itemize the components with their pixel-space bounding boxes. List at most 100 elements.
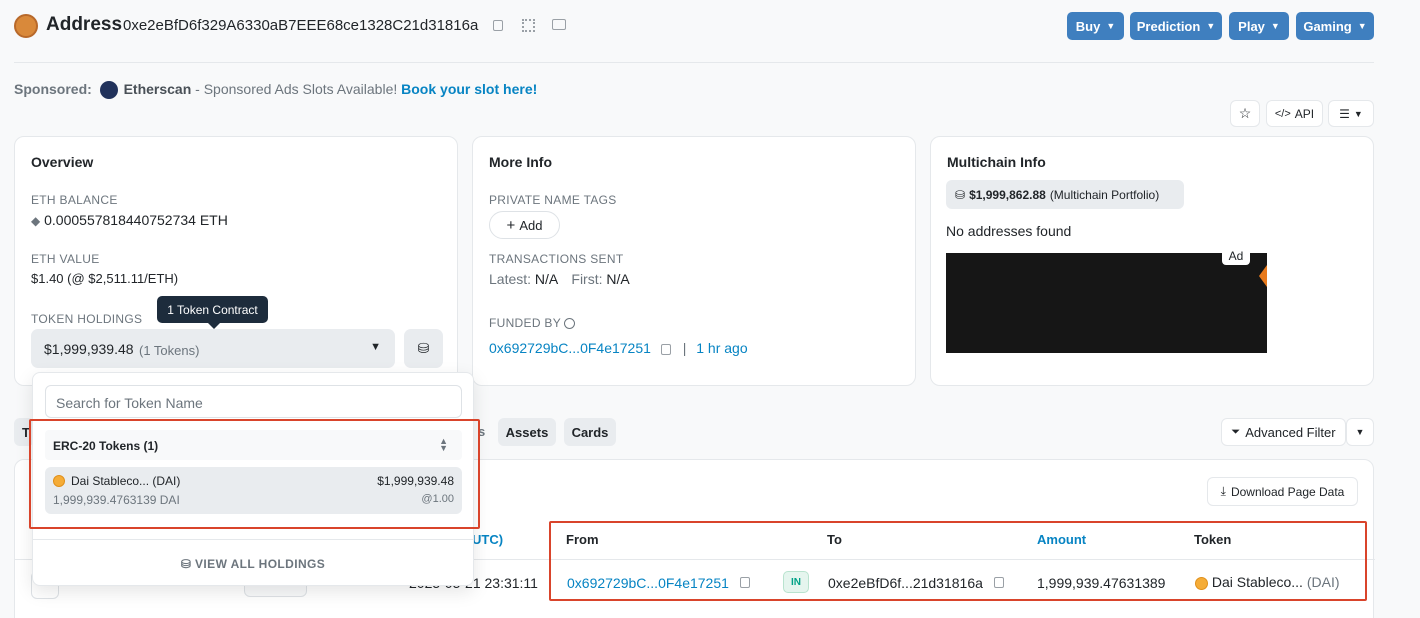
code-icon: </> — [1274, 107, 1291, 120]
dai-token-icon — [1195, 576, 1208, 590]
chevron-down-icon: ▼ — [1106, 21, 1116, 31]
etherscan-logo-icon — [99, 81, 118, 100]
token-value: $1,999,939.48 — [377, 474, 454, 488]
ad-accent-shape — [1259, 265, 1267, 287]
private-tags-label: PRIVATE NAME TAGS — [489, 193, 617, 207]
row-from-link[interactable]: 0x692729bC...0F4e17251 — [567, 575, 729, 591]
chevron-down-icon: ▼ — [1270, 21, 1280, 31]
row-to-address: 0xe2eBfD6f...21d31816a — [828, 575, 983, 591]
ethereum-icon: ◆ — [31, 214, 41, 228]
token-contract-tooltip: 1 Token Contract — [157, 296, 268, 323]
chevron-down-icon: ▼ — [1355, 427, 1365, 437]
filter-icon: ⏷ — [1231, 425, 1241, 438]
chevron-down-icon: ▼ — [370, 341, 381, 353]
list-options-button[interactable]: ☰ ▼ — [1328, 100, 1374, 127]
comment-icon[interactable] — [552, 19, 566, 30]
from-column-header: From — [566, 532, 599, 547]
tab-cards[interactable]: Cards — [564, 418, 616, 446]
info-icon — [564, 318, 576, 330]
multichain-title: Multichain Info — [947, 154, 1046, 170]
qr-code-icon[interactable] — [522, 19, 535, 32]
overview-title: Overview — [31, 154, 94, 170]
no-addresses-text: No addresses found — [946, 223, 1072, 239]
plus-icon: + — [506, 216, 516, 234]
copy-icon[interactable] — [493, 20, 503, 31]
advanced-filter-button[interactable]: ⏷ Advanced Filter — [1221, 418, 1346, 446]
to-column-header: To — [827, 532, 842, 547]
filter-options-button[interactable]: ▼ — [1346, 418, 1374, 446]
coins-icon: ⛁ — [180, 557, 192, 571]
holdings-value: $1,999,939.48 — [44, 341, 134, 357]
row-amount: 1,999,939.47631389 — [1037, 575, 1166, 591]
more-info-card: More Info PRIVATE NAME TAGS + Add TRANSA… — [472, 136, 916, 386]
overview-card: Overview ETH BALANCE ◆ 0.000557818440752… — [14, 136, 458, 386]
sponsored-prefix: Sponsored: — [14, 81, 92, 97]
token-list-item[interactable]: Dai Stableco... (DAI) $1,999,939.48 1,99… — [45, 467, 462, 514]
copy-icon[interactable] — [660, 343, 671, 355]
funded-by-time-link[interactable]: 1 hr ago — [696, 340, 747, 356]
multichain-portfolio-button[interactable]: ⛁ $1,999,862.88 (Multichain Portfolio) — [946, 180, 1184, 209]
ad-badge: Ad — [1222, 246, 1250, 265]
nav-buy-button[interactable]: Buy ▼ — [1067, 12, 1124, 40]
token-holdings-label: TOKEN HOLDINGS — [31, 312, 143, 326]
tab-transactions-partial[interactable]: T — [14, 418, 34, 446]
download-page-data-button[interactable]: ⤓ Download Page Data — [1207, 477, 1358, 506]
coins-icon: ⛁ — [417, 340, 430, 356]
funded-by-address-link[interactable]: 0x692729bC...0F4e17251 — [489, 340, 651, 356]
tooltip-arrow — [208, 323, 220, 329]
holdings-count: (1 Tokens) — [139, 343, 200, 358]
token-holdings-dropdown: Search for Token Name ERC-20 Tokens (1) … — [32, 372, 474, 586]
holdings-select[interactable]: $1,999,939.48 (1 Tokens) ▼ — [31, 329, 395, 368]
funded-by-row: 0x692729bC...0F4e17251 | 1 hr ago — [489, 340, 748, 356]
favorite-button[interactable]: ☆ — [1230, 100, 1260, 127]
tab-assets[interactable]: Assets — [498, 418, 556, 446]
dropdown-divider — [33, 539, 473, 540]
sponsored-link[interactable]: Book your slot here! — [401, 81, 537, 97]
eth-value-label: ETH VALUE — [31, 252, 100, 266]
chevron-down-icon: ▼ — [1353, 108, 1363, 119]
tab-partial-right-label: s — [478, 424, 486, 439]
sponsored-brand: Etherscan — [123, 81, 192, 97]
multichain-card: Multichain Info ⛁ $1,999,862.88 (Multich… — [930, 136, 1374, 386]
direction-badge: IN — [783, 571, 809, 593]
page-title: Address — [46, 14, 123, 35]
time-column-header[interactable]: UTC) — [472, 532, 503, 547]
coins-icon: ⛁ — [955, 187, 966, 202]
api-button[interactable]: </> API — [1266, 100, 1323, 127]
tx-sent-label: TRANSACTIONS SENT — [489, 252, 624, 266]
nav-play-button[interactable]: Play ▼ — [1229, 12, 1289, 40]
view-all-holdings-link[interactable]: ⛁ VIEW ALL HOLDINGS — [33, 557, 473, 571]
copy-icon[interactable] — [740, 577, 750, 588]
copy-icon[interactable] — [994, 577, 1004, 588]
list-icon: ☰ — [1339, 106, 1350, 121]
eth-value: $1.40 (@ $2,511.11/ETH) — [31, 271, 179, 286]
nav-prediction-button[interactable]: Prediction ▼ — [1130, 12, 1222, 40]
erc20-group-header[interactable]: ERC-20 Tokens (1) ▲ ▼ — [45, 430, 462, 460]
tx-sent-values: Latest: N/A First: N/A — [489, 271, 630, 287]
row-token[interactable]: Dai Stableco... (DAI) — [1195, 574, 1340, 590]
chevron-down-icon: ▼ — [1206, 21, 1216, 31]
funded-by-label: FUNDED BY — [489, 316, 576, 330]
address-avatar — [14, 14, 38, 38]
address-text: 0xe2eBfD6f329A6330aB7EEE68ce1328C21d3181… — [123, 17, 479, 34]
nav-gaming-button[interactable]: Gaming ▼ — [1296, 12, 1374, 40]
token-search-input[interactable]: Search for Token Name — [45, 385, 462, 418]
add-tag-button[interactable]: + Add — [489, 211, 560, 239]
sponsored-text: - Sponsored Ads Slots Available! — [191, 81, 398, 97]
eth-balance-label: ETH BALANCE — [31, 193, 118, 207]
multichain-holdings-button[interactable]: ⛁ — [404, 329, 443, 368]
token-name: Dai Stableco... (DAI) — [71, 474, 181, 488]
sort-icon: ▲ ▼ — [439, 436, 448, 453]
ad-banner[interactable] — [946, 253, 1267, 353]
token-rate: @1.00 — [421, 493, 454, 505]
star-icon: ☆ — [1238, 105, 1252, 121]
download-icon: ⤓ — [1220, 484, 1226, 498]
token-column-header: Token — [1194, 532, 1232, 547]
token-amount: 1,999,939.4763139 DAI — [53, 493, 180, 507]
sponsored-bar: Sponsored: Etherscan - Sponsored Ads Slo… — [14, 81, 537, 100]
amount-column-header[interactable]: Amount — [1037, 532, 1086, 547]
header-divider — [14, 62, 1374, 63]
eth-balance-value: ◆ 0.000557818440752734 ETH — [31, 212, 228, 228]
chevron-down-icon: ▼ — [1357, 21, 1367, 31]
dai-token-icon — [53, 475, 65, 487]
